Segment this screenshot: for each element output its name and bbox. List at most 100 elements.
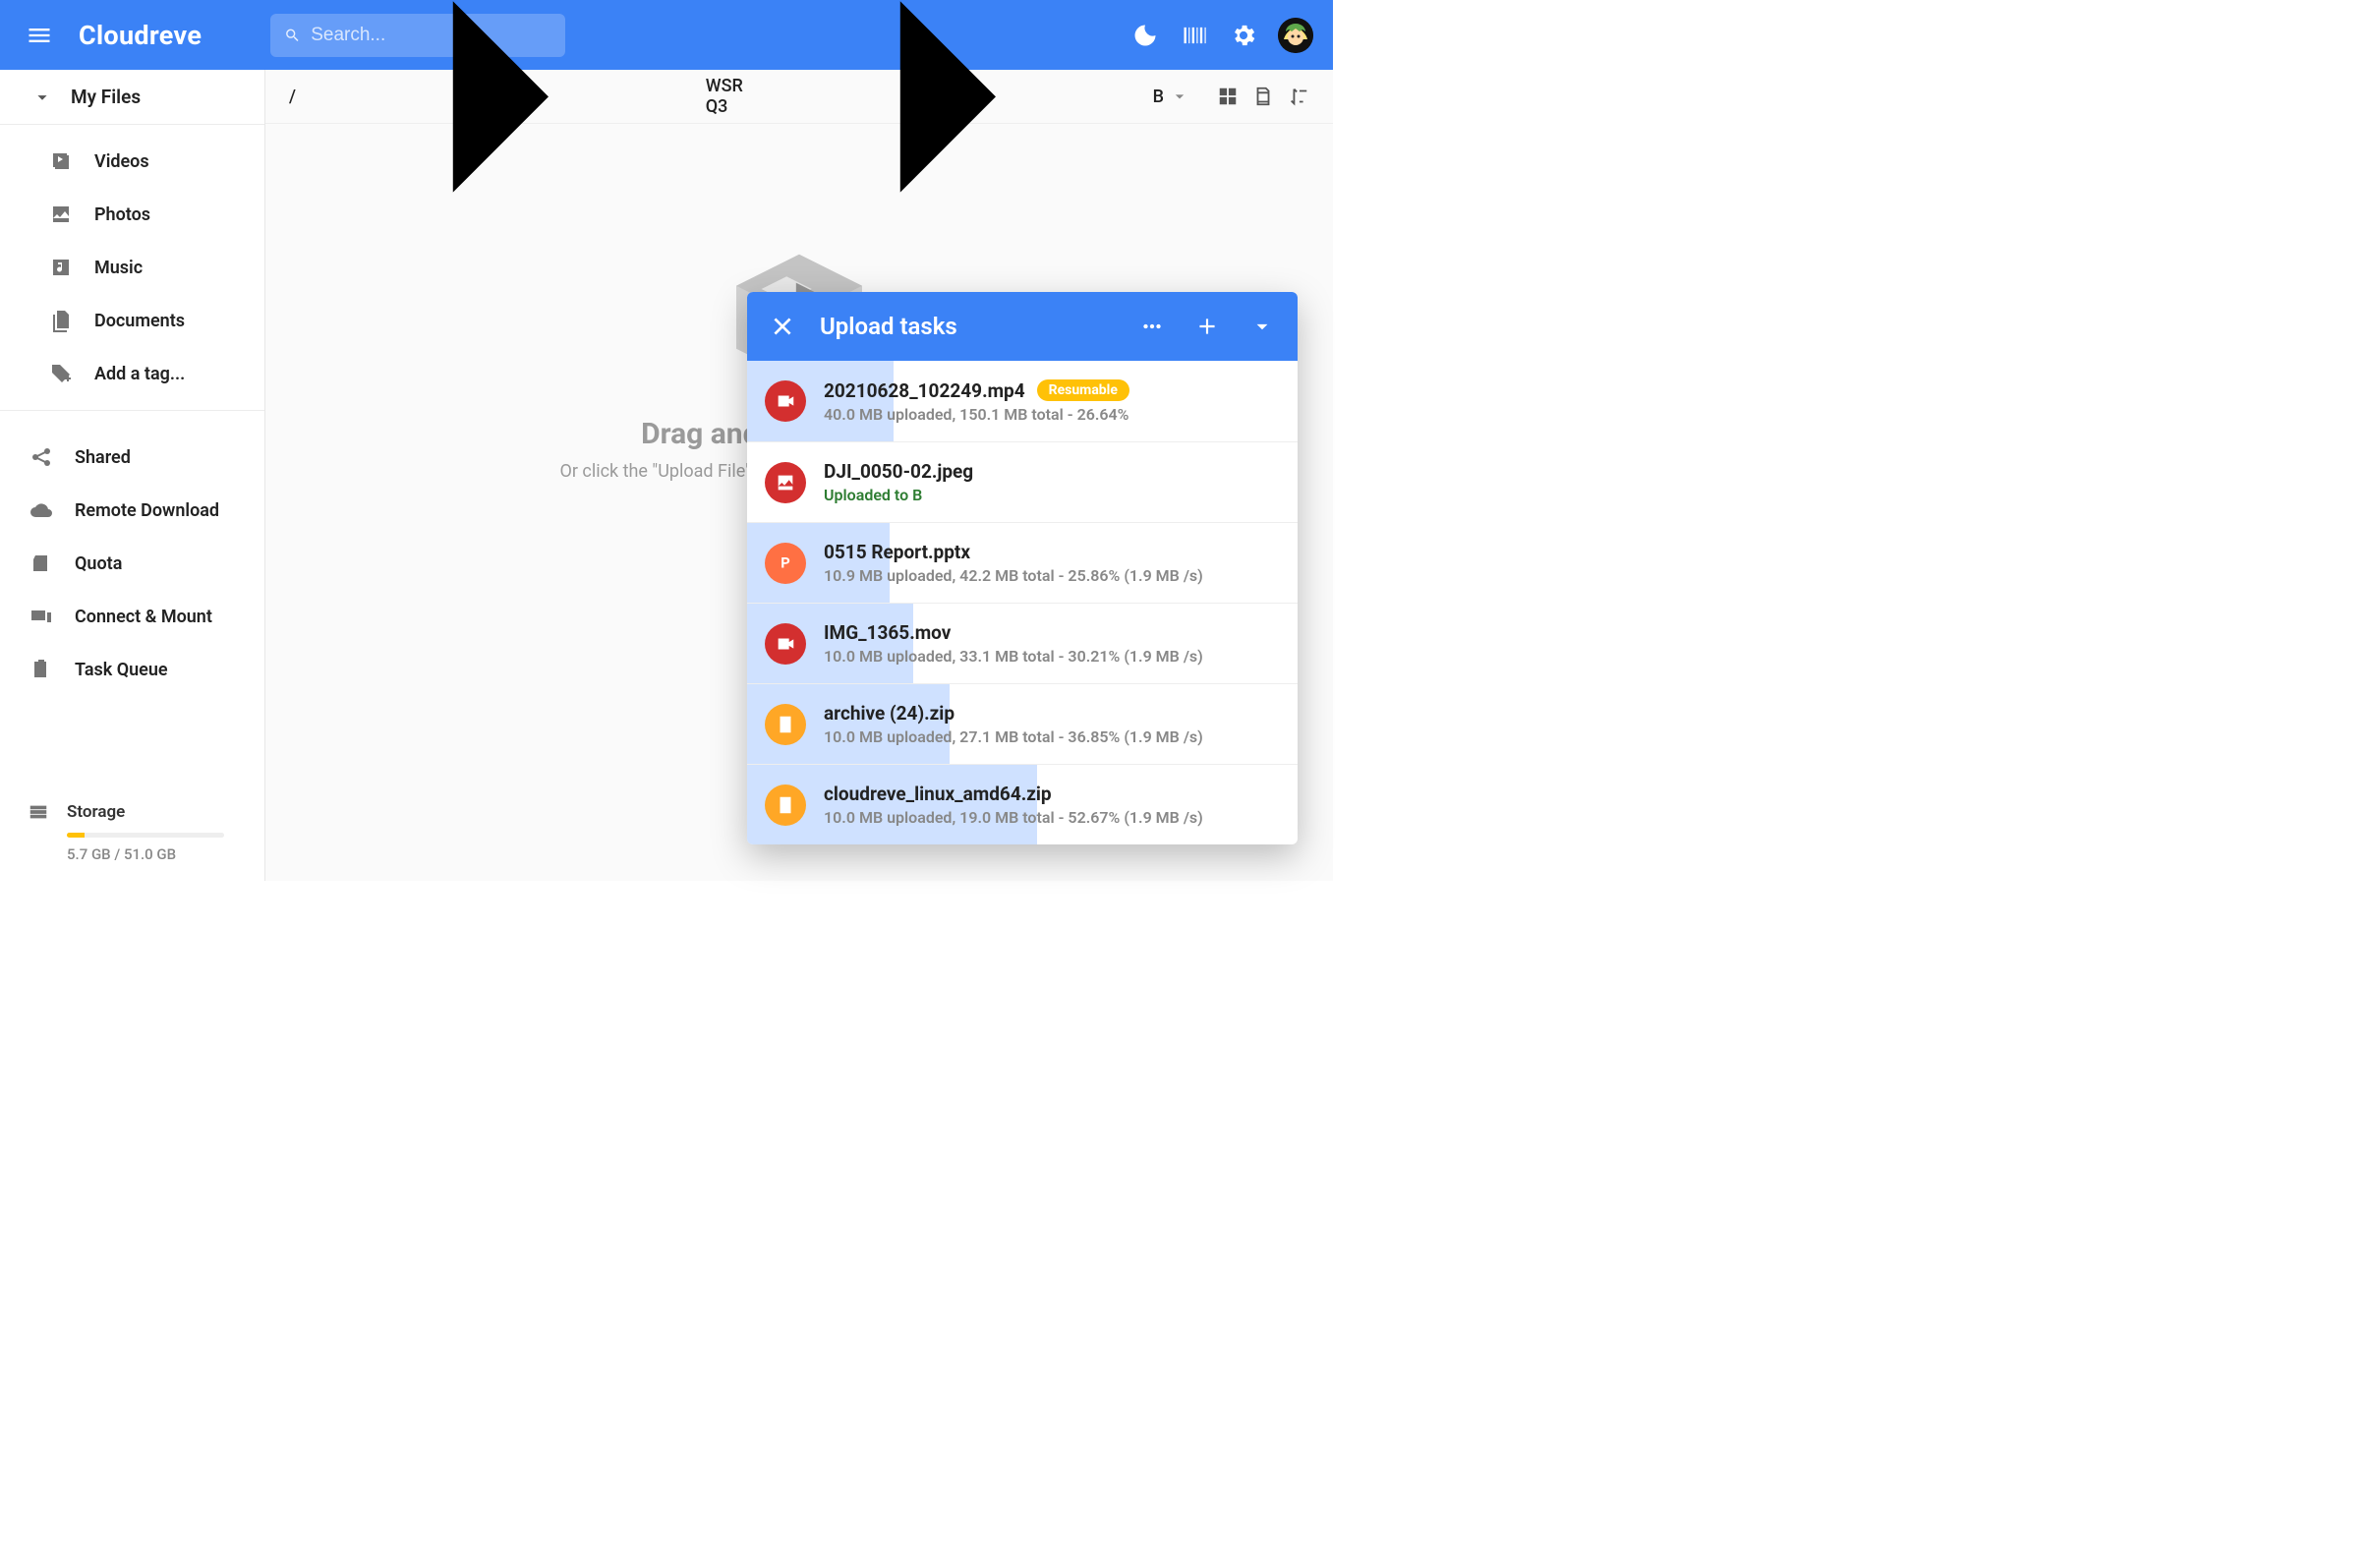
sidebar-item-addtag[interactable]: Add a tag... xyxy=(0,347,264,400)
storage-bar xyxy=(67,833,224,838)
video-icon xyxy=(49,149,73,173)
upload-item[interactable]: 20210628_102249.mp4Resumable 40.0 MB uplo… xyxy=(747,361,1298,441)
upload-status-text: 10.0 MB uploaded, 27.1 MB total - 36.85%… xyxy=(824,727,1280,746)
sidebar-item-label: Connect & Mount xyxy=(75,607,212,627)
file-type-icon xyxy=(765,784,806,826)
sidebar-item-videos[interactable]: Videos xyxy=(0,135,264,188)
crumb-mid[interactable]: WSR Q3 xyxy=(706,76,743,117)
crumb-mid-label: WSR Q3 xyxy=(706,76,743,117)
upload-item[interactable]: archive (24).zip 10.0 MB uploaded, 27.1 M… xyxy=(747,683,1298,764)
sidebar-item-connect[interactable]: Connect & Mount xyxy=(0,590,264,643)
sidebar-filter-list: Videos Photos Music Documents Add a tag.… xyxy=(0,125,264,400)
sort-icon xyxy=(1288,86,1309,107)
sidebar-item-label: Task Queue xyxy=(75,660,168,680)
upload-list: 20210628_102249.mp4Resumable 40.0 MB uplo… xyxy=(747,361,1298,844)
barcode-icon xyxy=(1181,22,1208,49)
more-horiz-icon xyxy=(1139,314,1165,339)
sidebar-item-label: Videos xyxy=(94,151,149,172)
view-grid-button[interactable] xyxy=(1217,86,1239,107)
upload-item[interactable]: IMG_1365.mov 10.0 MB uploaded, 33.1 MB to… xyxy=(747,603,1298,683)
upload-status-text: 40.0 MB uploaded, 150.1 MB total - 26.64… xyxy=(824,405,1280,424)
sidebar-link-list: Shared Remote Download Quota Connect & M… xyxy=(0,421,264,696)
avatar-icon xyxy=(1278,18,1313,53)
close-icon xyxy=(770,314,795,339)
settings-button[interactable] xyxy=(1219,22,1268,49)
devices-icon xyxy=(29,605,53,628)
storage-text: 5.7 GB / 51.0 GB xyxy=(67,845,247,863)
sort-button[interactable] xyxy=(1288,86,1309,107)
upload-item[interactable]: DJI_0050-02.jpeg Uploaded to B xyxy=(747,441,1298,522)
storage-bar-fill xyxy=(67,833,85,838)
sidebar-header[interactable]: My Files xyxy=(0,70,264,125)
sidebar-item-label: Documents xyxy=(94,311,185,331)
sd-card-icon xyxy=(29,552,53,575)
upload-panel-title: Upload tasks xyxy=(820,313,957,340)
view-page-button[interactable] xyxy=(1252,86,1274,107)
crumb-last[interactable]: B xyxy=(1153,87,1189,107)
sidebar: My Files Videos Photos Music Documents A… xyxy=(0,70,265,881)
clipboard-icon xyxy=(29,658,53,681)
upload-status-text: 10.0 MB uploaded, 19.0 MB total - 52.67%… xyxy=(824,808,1280,827)
sidebar-item-label: Add a tag... xyxy=(94,364,185,384)
sidebar-item-remote[interactable]: Remote Download xyxy=(0,484,264,537)
crumb-root[interactable]: / xyxy=(289,87,296,107)
user-avatar[interactable] xyxy=(1278,18,1313,53)
crumb-last-label: B xyxy=(1153,87,1164,107)
upload-file-name: archive (24).zip xyxy=(824,702,1280,725)
sidebar-item-label: Remote Download xyxy=(75,500,219,521)
file-type-icon xyxy=(765,380,806,422)
upload-panel: Upload tasks 20210628_102249.mp4Resumabl… xyxy=(747,292,1298,844)
crumb-root-label: / xyxy=(289,87,296,107)
storage-icon xyxy=(28,801,49,823)
file-type-icon xyxy=(765,462,806,503)
upload-item[interactable]: P 0515 Report.pptx 10.9 MB uploaded, 42.2 … xyxy=(747,522,1298,603)
sidebar-storage: Storage 5.7 GB / 51.0 GB xyxy=(0,801,264,881)
upload-more-button[interactable] xyxy=(1130,314,1174,339)
storage-label: Storage xyxy=(67,802,125,822)
sidebar-item-label: Shared xyxy=(75,447,131,468)
upload-status-text: 10.0 MB uploaded, 33.1 MB total - 30.21%… xyxy=(824,647,1280,666)
sidebar-divider xyxy=(0,410,264,411)
breadcrumb-bar: / WSR Q3 B xyxy=(265,70,1333,124)
upload-close-button[interactable] xyxy=(761,314,804,339)
brand-title[interactable]: Cloudreve xyxy=(79,20,202,51)
file-type-icon: P xyxy=(765,543,806,584)
photo-icon xyxy=(49,203,73,226)
sidebar-title: My Files xyxy=(71,86,141,108)
chevron-down-icon xyxy=(1249,314,1275,339)
grid-icon xyxy=(1217,86,1239,107)
upload-status-text: 10.9 MB uploaded, 42.2 MB total - 25.86%… xyxy=(824,566,1280,585)
sidebar-item-music[interactable]: Music xyxy=(0,241,264,294)
search-icon xyxy=(284,24,301,47)
upload-file-name: IMG_1365.mov xyxy=(824,621,1280,644)
tag-plus-icon xyxy=(49,362,73,385)
upload-item[interactable]: cloudreve_linux_amd64.zip 10.0 MB uploade… xyxy=(747,764,1298,844)
upload-collapse-button[interactable] xyxy=(1241,314,1284,339)
gear-icon xyxy=(1230,22,1257,49)
menu-button[interactable] xyxy=(10,22,69,49)
upload-panel-header: Upload tasks xyxy=(747,292,1298,361)
header-action-2[interactable] xyxy=(1170,22,1219,49)
upload-file-name: 0515 Report.pptx xyxy=(824,541,1280,563)
sidebar-item-documents[interactable]: Documents xyxy=(0,294,264,347)
resumable-badge: Resumable xyxy=(1037,379,1129,401)
upload-status-text: Uploaded to B xyxy=(824,486,1280,504)
music-icon xyxy=(49,256,73,279)
share-icon xyxy=(29,445,53,469)
upload-file-name: DJI_0050-02.jpeg xyxy=(824,460,1280,483)
page-icon xyxy=(1252,86,1274,107)
plus-icon xyxy=(1194,314,1220,339)
upload-file-name: cloudreve_linux_amd64.zip xyxy=(824,783,1280,805)
sidebar-item-photos[interactable]: Photos xyxy=(0,188,264,241)
chevron-down-icon xyxy=(31,87,53,108)
svg-text:P: P xyxy=(781,553,789,571)
sidebar-item-taskqueue[interactable]: Task Queue xyxy=(0,643,264,696)
upload-add-button[interactable] xyxy=(1186,314,1229,339)
chevron-down-icon xyxy=(1170,87,1189,106)
sidebar-item-shared[interactable]: Shared xyxy=(0,431,264,484)
sidebar-item-label: Photos xyxy=(94,204,150,225)
upload-file-name: 20210628_102249.mp4Resumable xyxy=(824,379,1280,402)
document-icon xyxy=(49,309,73,332)
sidebar-item-label: Music xyxy=(94,258,143,278)
sidebar-item-quota[interactable]: Quota xyxy=(0,537,264,590)
